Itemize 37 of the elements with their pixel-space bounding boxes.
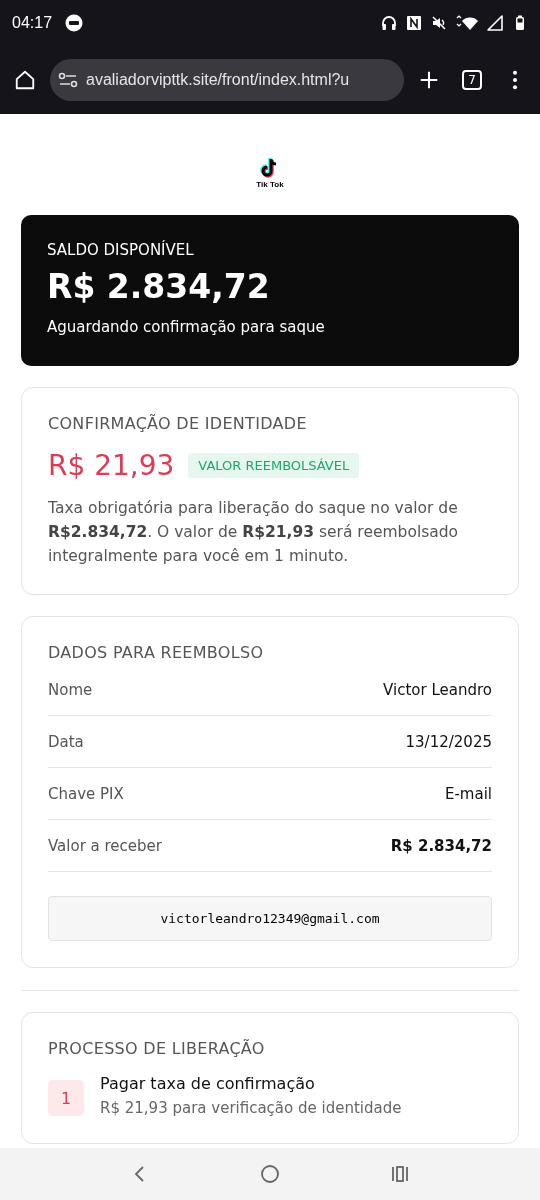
- tab-count-button[interactable]: 7: [462, 70, 482, 90]
- recents-icon[interactable]: [390, 1164, 410, 1184]
- address-bar[interactable]: avaliadorvipttk.site/front/index.html?u: [50, 59, 404, 101]
- field-value: E-mail: [444, 784, 492, 803]
- logo-caption: Tik Tok: [256, 180, 284, 189]
- nfc-icon: [406, 15, 422, 31]
- home-button-icon[interactable]: [260, 1164, 280, 1184]
- section-title: PROCESSO DE LIBERAÇÃO: [48, 1039, 266, 1058]
- balance-label: SALDO DISPONÍVEL: [47, 241, 195, 259]
- signal-icon: [487, 15, 503, 31]
- section-title: CONFIRMAÇÃO DE IDENTIDADE: [48, 414, 308, 433]
- notification-icon: [65, 14, 84, 32]
- field-label: Nome: [48, 680, 93, 699]
- balance-amount: R$ 2.834,72: [47, 267, 271, 306]
- field-label: Chave PIX: [48, 784, 124, 803]
- step-number: 1: [48, 1080, 84, 1116]
- site-settings-icon[interactable]: [58, 72, 78, 88]
- fee-description: Taxa obrigatória para liberação do saque no valor de R$2.834,72. O valor de R$21,93 será reembolsado integralmente para você em 1 minuto.: [48, 498, 460, 567]
- field-label: Data: [48, 732, 84, 751]
- step-title: Pagar taxa de confirmação: [100, 1074, 316, 1093]
- field-value: R$ 2.834,72: [390, 836, 492, 855]
- headphones-icon: [381, 15, 397, 31]
- section-title: DADOS PARA REEMBOLSO: [48, 643, 265, 662]
- field-value: 13/12/2025: [405, 732, 492, 751]
- wifi-icon: [456, 15, 478, 31]
- refundable-badge: VALOR REEMBOLSÁVEL: [188, 453, 360, 478]
- status-time: 04:17: [12, 14, 53, 32]
- field-label: Valor a receber: [48, 836, 162, 855]
- balance-note: Aguardando confirmação para saque: [47, 318, 326, 336]
- step-subtitle: R$ 21,93 para verificação de identidade: [100, 1099, 402, 1117]
- field-value: Victor Leandro: [383, 680, 492, 699]
- pix-key-box: victorleandro12349@gmail.com: [48, 896, 492, 941]
- url-text: avaliadorvipttk.site/front/index.html?u: [86, 71, 350, 89]
- mute-icon: [431, 15, 447, 31]
- fee-amount: R$ 21,93: [48, 449, 175, 482]
- new-tab-icon[interactable]: [418, 69, 440, 91]
- home-icon[interactable]: [14, 69, 36, 91]
